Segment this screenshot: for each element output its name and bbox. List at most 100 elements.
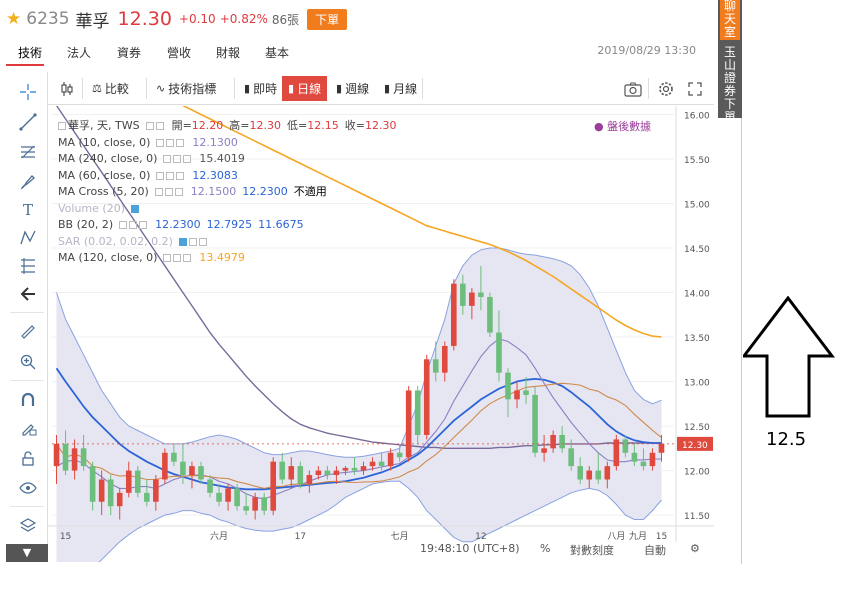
chatroom-tab[interactable]: 聊天室 — [720, 0, 740, 40]
ruler-icon[interactable] — [18, 322, 38, 342]
remove-icon[interactable] — [139, 221, 148, 230]
tab-basic[interactable]: 基本 — [265, 44, 289, 61]
text-tool-icon[interactable]: T — [18, 200, 38, 220]
toolbar-divider — [10, 506, 44, 507]
daily-button[interactable]: ▮ 日線 — [282, 76, 328, 101]
collapse-icon[interactable] — [58, 122, 66, 131]
weekly-label: 週線 — [345, 82, 370, 96]
zoom-in-icon[interactable] — [18, 352, 38, 372]
candle-body — [658, 443, 665, 453]
remove-icon[interactable] — [176, 138, 185, 147]
remove-icon[interactable] — [176, 171, 185, 180]
settings-button[interactable] — [652, 76, 680, 101]
back-arrow-icon[interactable] — [18, 284, 38, 304]
pattern-icon[interactable] — [18, 228, 38, 248]
candle-body — [207, 479, 213, 493]
settings-toggle-icon[interactable] — [166, 171, 175, 180]
settings-toggle-icon[interactable] — [155, 122, 164, 131]
magnet-icon[interactable] — [18, 390, 38, 410]
high-label: 高= — [229, 119, 250, 132]
intraday-button[interactable]: ▮ 即時 — [238, 76, 283, 101]
fullscreen-button[interactable] — [682, 76, 708, 101]
candlestick-icon — [61, 81, 73, 96]
eye-toggle-icon[interactable] — [119, 221, 128, 230]
eye-toggle-icon[interactable] — [145, 122, 154, 131]
candle-body — [523, 390, 529, 395]
broker-order-tab[interactable]: 玉山證券下單 — [720, 46, 740, 124]
candle-body — [604, 466, 611, 480]
candle-body — [351, 467, 358, 471]
open-label: 開= — [171, 119, 192, 132]
ma240-value: 15.4019 — [199, 152, 245, 165]
compare-button[interactable]: ⚖ 比較 — [86, 76, 135, 101]
tab-revenue[interactable]: 營收 — [167, 44, 191, 61]
candle-body — [270, 461, 277, 511]
layers-icon[interactable] — [18, 516, 38, 536]
candle-body — [252, 497, 258, 511]
fib-tool-icon[interactable] — [18, 142, 38, 162]
tab-margin[interactable]: 資券 — [117, 44, 141, 61]
tab-technical[interactable]: 技術 — [18, 44, 42, 61]
candle-body — [550, 434, 556, 449]
eye-icon[interactable] — [18, 478, 38, 498]
candle-body — [405, 390, 412, 458]
price-tick-label: 14.00 — [684, 290, 710, 300]
time-tick-label: 七月 — [391, 531, 409, 542]
price-tick-label: 14.50 — [684, 245, 710, 255]
remove-icon[interactable] — [198, 237, 207, 246]
eye-toggle-icon[interactable] — [156, 138, 165, 147]
place-order-button[interactable]: 下單 — [307, 8, 348, 30]
percent-toggle[interactable]: % — [540, 542, 550, 555]
collapse-toolbar-icon[interactable]: ▼ — [6, 544, 48, 562]
chart-style-button[interactable] — [54, 76, 80, 101]
scale-settings-gear-icon[interactable]: ⚙ — [690, 542, 700, 555]
trend-line-icon[interactable] — [18, 112, 38, 132]
brush-icon[interactable] — [18, 172, 38, 192]
legend-ma240-row: MA (240, close, 0) 15.4019 — [58, 151, 396, 168]
eye-toggle-icon[interactable] — [163, 155, 172, 164]
screenshot-button[interactable] — [618, 76, 648, 101]
settings-toggle-icon[interactable] — [129, 221, 138, 230]
settings-toggle-icon[interactable] — [164, 188, 173, 197]
eye-toggle-icon[interactable] — [156, 171, 165, 180]
hidden-eye-icon[interactable] — [131, 204, 139, 213]
indicators-button[interactable]: ∿ 技術指標 — [150, 76, 222, 101]
measure-icon[interactable] — [18, 256, 38, 276]
section-tabs: 技術 法人 資券 營收 財報 基本 2019/08/29 13:30 — [0, 40, 716, 66]
intraday-icon: ▮ — [244, 82, 251, 95]
price-tick-label: 16.00 — [684, 111, 710, 121]
time-tick-label: 六月 — [210, 530, 228, 542]
log-scale-toggle[interactable]: 對數刻度 — [570, 542, 614, 558]
settings-toggle-icon[interactable] — [166, 138, 175, 147]
legend-sar-row: SAR (0.02, 0.02, 0.2) — [58, 234, 396, 251]
hidden-eye-icon[interactable] — [178, 237, 187, 246]
settings-toggle-icon[interactable] — [173, 155, 182, 164]
eye-toggle-icon[interactable] — [154, 188, 163, 197]
crosshair-icon[interactable] — [18, 82, 38, 102]
remove-icon[interactable] — [183, 155, 192, 164]
candle-body — [360, 466, 367, 471]
settings-toggle-icon[interactable] — [188, 237, 197, 246]
weekly-button[interactable]: ▮ 週線 — [330, 76, 375, 101]
fullscreen-icon — [688, 81, 702, 96]
auto-scale-toggle[interactable]: 自動 — [644, 542, 666, 558]
candle-body — [586, 470, 593, 480]
eye-toggle-icon[interactable] — [163, 254, 172, 263]
remove-icon[interactable] — [183, 254, 192, 263]
tab-institutional[interactable]: 法人 — [67, 44, 91, 61]
candle-body — [423, 359, 430, 435]
price-change: +0.10 — [178, 12, 216, 26]
unlock-icon[interactable] — [18, 448, 38, 468]
price-tick-label: 13.00 — [684, 379, 710, 389]
candle-body — [369, 461, 376, 467]
settings-toggle-icon[interactable] — [173, 254, 182, 263]
after-hours-badge[interactable]: ● 盤後數據 — [594, 118, 651, 134]
remove-icon[interactable] — [174, 188, 183, 197]
candle-body — [162, 452, 168, 480]
sar-name: SAR (0.02, 0.02, 0.2) — [58, 234, 173, 248]
lock-drawing-icon[interactable] — [18, 418, 38, 438]
tab-financials[interactable]: 財報 — [216, 44, 240, 61]
monthly-button[interactable]: ▮ 月線 — [378, 76, 423, 101]
favorite-star-icon[interactable]: ★ — [6, 9, 21, 29]
candle-body — [116, 492, 123, 507]
